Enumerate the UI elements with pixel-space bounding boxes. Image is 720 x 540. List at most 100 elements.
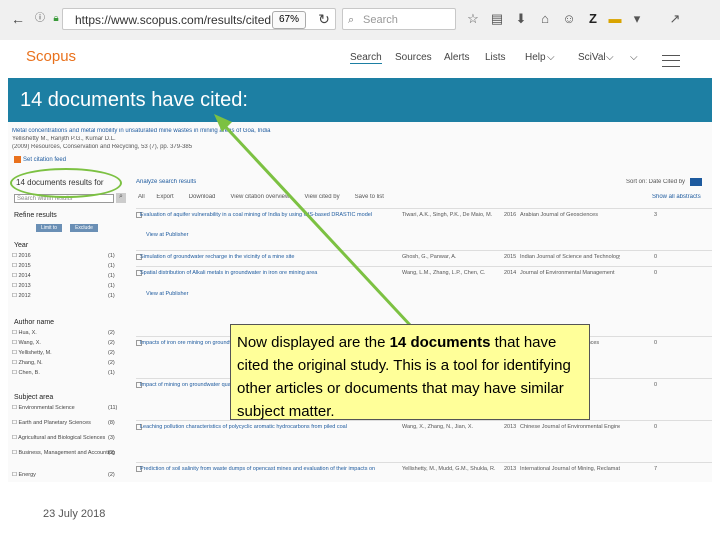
- subject-filter-item[interactable]: ☐ Agricultural and Biological Sciences: [12, 435, 105, 441]
- chevron-down-icon[interactable]: ⌵: [547, 52, 555, 63]
- document-authors[interactable]: Yellishetty, M., Mudd, G.M., Shukla, R.: [402, 466, 496, 472]
- subject-filter-item[interactable]: ☐ Energy: [12, 472, 36, 478]
- collapse-icon[interactable]: ↗: [666, 9, 684, 29]
- subject-filter-item[interactable]: ☐ Earth and Planetary Sciences: [12, 420, 91, 426]
- star-icon[interactable]: ☆: [464, 9, 482, 29]
- document-authors[interactable]: Ghosh, G., Panwar, A.: [402, 254, 456, 260]
- document-authors[interactable]: Wang, X., Zhang, N., Jian, X.: [402, 424, 473, 430]
- sort-dropdown[interactable]: [690, 178, 702, 186]
- nav-sources[interactable]: Sources: [395, 52, 432, 63]
- original-article-source: (2009) Resources, Conservation and Recyc…: [12, 144, 193, 150]
- document-year: 2014: [504, 270, 517, 276]
- cited-by-button[interactable]: View cited by: [304, 194, 339, 200]
- document-year: 2015: [504, 254, 517, 260]
- author-filter-item[interactable]: ☐ Zhang, N.: [12, 360, 43, 366]
- hamburger-menu-icon[interactable]: [662, 55, 680, 67]
- author-filter-item[interactable]: ☐ Hua, X.: [12, 330, 37, 336]
- slide-date: 23 July 2018: [43, 508, 106, 520]
- nav-lists[interactable]: Lists: [485, 52, 506, 63]
- callout-text-start: Now displayed are the: [237, 334, 390, 351]
- zoom-indicator[interactable]: 67%: [272, 11, 306, 29]
- chevron-down-icon[interactable]: ⌵: [606, 52, 614, 63]
- original-article-title[interactable]: Metal concentrations and metal mobility …: [12, 128, 412, 134]
- view-publisher-link[interactable]: View at Publisher: [146, 291, 188, 297]
- document-citations[interactable]: 7: [654, 466, 657, 472]
- document-source[interactable]: Arabian Journal of Geosciences: [520, 212, 620, 218]
- set-feed-label: Set citation feed: [23, 157, 67, 164]
- document-source[interactable]: International Journal of Mining, Reclama…: [520, 466, 620, 472]
- citation-overview-button[interactable]: View citation overview: [230, 194, 289, 200]
- save-to-list-button[interactable]: Save to list: [355, 194, 384, 200]
- highlight-oval: [10, 168, 122, 198]
- back-icon[interactable]: ←: [8, 9, 28, 29]
- search-icon: ⌕: [348, 14, 355, 26]
- document-citations[interactable]: 0: [654, 254, 657, 260]
- table-row: Prediction of soil salinity from waste d…: [136, 462, 712, 482]
- search-within-button[interactable]: ⌕: [116, 193, 126, 203]
- document-title-link[interactable]: Evaluation of aquifer vulnerability in a…: [140, 212, 376, 218]
- year-filter-item[interactable]: ☐ 2014: [12, 273, 31, 279]
- year-filter-item[interactable]: ☐ 2012: [12, 293, 31, 299]
- document-title-link[interactable]: Spatial distribution of Alkali metals in…: [140, 270, 376, 276]
- browser-search-input[interactable]: ⌕ Search: [342, 8, 456, 30]
- document-title-link[interactable]: Leaching pollution characteristics of po…: [140, 424, 376, 430]
- chevron-down-icon[interactable]: ⌵: [630, 52, 638, 63]
- folder-icon[interactable]: ▬: [606, 9, 624, 29]
- document-citations[interactable]: 0: [654, 270, 657, 276]
- document-title-link[interactable]: Prediction of soil salinity from waste d…: [140, 466, 376, 472]
- author-filter-item[interactable]: ☐ Wang, X.: [12, 340, 41, 346]
- home-icon[interactable]: ⌂: [536, 9, 554, 29]
- year-filter-item[interactable]: ☐ 2015: [12, 263, 31, 269]
- document-citations[interactable]: 3: [654, 212, 657, 218]
- set-feed-link[interactable]: Set citation feed: [12, 156, 66, 163]
- year-heading: Year: [14, 242, 29, 249]
- callout-bold: 14 documents: [389, 334, 491, 351]
- document-source[interactable]: Chinese Journal of Environmental Enginee…: [520, 424, 620, 430]
- zotero-icon[interactable]: Z: [584, 9, 602, 29]
- results-panel: Metal concentrations and metal mobility …: [8, 122, 712, 482]
- subject-filter-item[interactable]: ☐ Business, Management and Accounting: [12, 450, 115, 456]
- scopus-logo[interactable]: Scopus: [26, 48, 76, 65]
- results-toolbar: All Export Download View citation overvi…: [138, 194, 608, 200]
- smiley-icon[interactable]: ☺: [560, 9, 578, 29]
- document-citations[interactable]: 0: [654, 424, 657, 430]
- select-all-checkbox[interactable]: All: [138, 194, 145, 200]
- year-filter-item[interactable]: ☐ 2016: [12, 253, 31, 259]
- sort-options[interactable]: Sort on: Date Cited by: [626, 179, 685, 185]
- analyze-link[interactable]: Analyze search results: [136, 179, 196, 185]
- author-heading: Author name: [14, 319, 55, 326]
- limit-to-button[interactable]: Limit to: [36, 224, 62, 232]
- show-abstracts-link[interactable]: Show all abstracts: [652, 194, 701, 200]
- nav-search[interactable]: Search: [350, 52, 382, 64]
- document-source[interactable]: Indian Journal of Science and Technology: [520, 254, 620, 260]
- view-publisher-link[interactable]: View at Publisher: [146, 232, 188, 238]
- nav-scival[interactable]: SciVal: [578, 52, 606, 63]
- subject-filter-item[interactable]: ☐ Environmental Science: [12, 405, 75, 411]
- nav-help[interactable]: Help: [525, 52, 546, 63]
- export-button[interactable]: Export: [156, 194, 173, 200]
- document-citations[interactable]: 0: [654, 382, 657, 388]
- url-text: https://www.scopus.com/results/cited: [75, 13, 272, 27]
- refine-heading: Refine results: [14, 212, 57, 219]
- year-filter-item[interactable]: ☐ 2013: [12, 283, 31, 289]
- nav-alerts[interactable]: Alerts: [444, 52, 470, 63]
- menu-arrow-icon[interactable]: ▾: [628, 9, 646, 29]
- document-year: 2016: [504, 212, 517, 218]
- author-filter-item[interactable]: ☐ Chen, B.: [12, 370, 40, 376]
- document-authors[interactable]: Wang, L.M., Zhang, L.P., Chen, C.: [402, 270, 485, 276]
- document-source[interactable]: Journal of Environmental Management: [520, 270, 620, 276]
- rss-icon: [14, 156, 21, 163]
- document-title-link[interactable]: Simulation of groundwater recharge in th…: [140, 254, 376, 260]
- search-placeholder: Search: [363, 14, 398, 26]
- exclude-button[interactable]: Exclude: [70, 224, 98, 232]
- document-authors[interactable]: Tiwari, A.K., Singh, P.K., De Maio, M.: [402, 212, 492, 218]
- author-filter-item[interactable]: ☐ Yellishetty, M.: [12, 350, 52, 356]
- original-article-authors: Yellishetty M., Ranjith P.G., Kumar D.L.: [12, 136, 116, 142]
- table-row: Leaching pollution characteristics of po…: [136, 420, 712, 453]
- document-citations[interactable]: 0: [654, 340, 657, 346]
- download-icon[interactable]: ⬇: [512, 9, 530, 29]
- reading-list-icon[interactable]: ▤: [488, 9, 506, 29]
- download-button[interactable]: Download: [189, 194, 216, 200]
- reload-icon[interactable]: ↻: [314, 9, 334, 29]
- table-row: Spatial distribution of Alkali metals in…: [136, 266, 712, 299]
